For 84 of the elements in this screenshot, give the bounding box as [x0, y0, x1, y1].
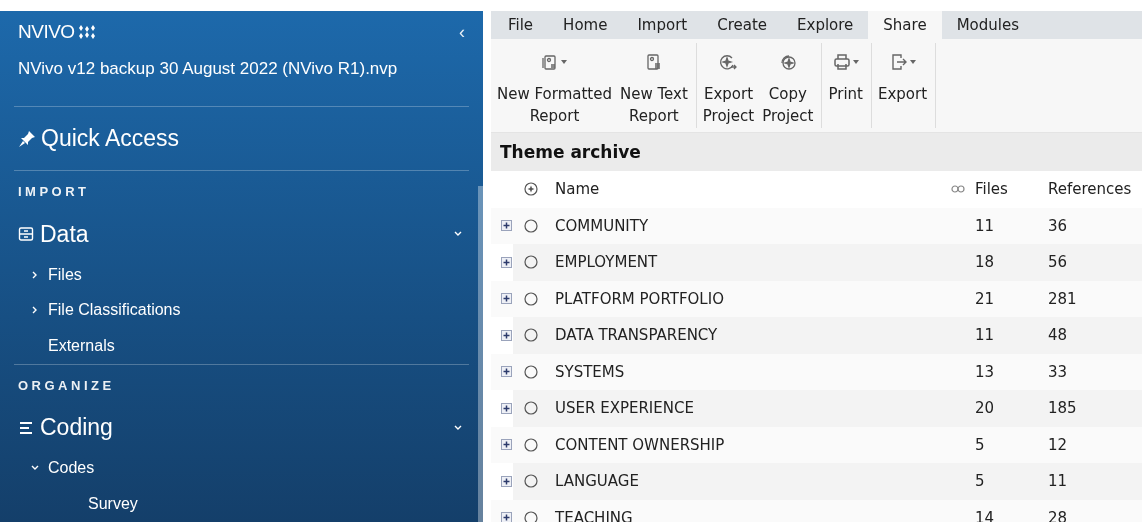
expand-icon[interactable] — [501, 293, 512, 305]
table-cell-text: 36 — [1048, 216, 1069, 235]
table-cell-text: 11 — [975, 326, 996, 345]
table-cell-text: PLATFORM PORTFOLIO — [555, 289, 725, 308]
logo: NVIVO — [18, 21, 75, 43]
table-cell-text: 185 — [1048, 399, 1078, 418]
table-cell-text: 12 — [1048, 435, 1069, 454]
drawer-icon — [18, 226, 34, 242]
nav-group[interactable]: Data — [18, 211, 465, 257]
sparkle-circle-icon — [778, 53, 797, 71]
ribbon-button[interactable]: Copy Project — [758, 43, 818, 128]
scrollbar[interactable] — [478, 186, 483, 522]
nav-item[interactable]: File Classifications — [2, 292, 465, 328]
nav-item[interactable]: Codes — [2, 450, 465, 486]
quick-access-item[interactable]: Quick Access — [18, 107, 465, 170]
table-cell-text: COMMUNITY — [555, 216, 650, 235]
table-cell-text: CONTENT OWNERSHIP — [555, 435, 726, 454]
radio-circle-icon — [524, 474, 538, 489]
expand-icon[interactable] — [501, 220, 512, 232]
radio-circle-icon — [524, 328, 538, 343]
expand-icon[interactable] — [501, 329, 512, 341]
table-cell-text: 281 — [1048, 289, 1078, 308]
collapse-button[interactable]: ‹ — [459, 21, 465, 43]
pin-icon — [18, 129, 36, 148]
table-cell-text: 21 — [975, 289, 996, 308]
sparkle-arrow-icon — [719, 53, 738, 71]
ribbon-tab[interactable]: Modules — [941, 11, 1034, 39]
radio-circle-icon — [524, 437, 538, 452]
radio-circle-icon — [524, 401, 538, 416]
table-cell-text: DATA TRANSPARENCY — [555, 326, 719, 345]
add-circle-icon — [524, 182, 538, 197]
ribbon-button[interactable]: New Formatted Report — [493, 43, 616, 128]
ribbon-button[interactable]: Export — [874, 43, 932, 128]
section-label: ORGANIZE — [18, 376, 116, 395]
table-cell-text: 14 — [975, 508, 996, 522]
ribbon-tab[interactable]: Import — [622, 11, 703, 39]
table-cell-text: USER EXPERIENCE — [555, 399, 695, 418]
ribbon-button[interactable]: Print — [824, 43, 867, 128]
nav-item[interactable]: Externals — [2, 328, 465, 364]
ribbon-tab[interactable]: Share — [868, 11, 942, 39]
column-header[interactable]: Files — [975, 180, 1048, 199]
report-icon — [644, 53, 663, 71]
ribbon-tab[interactable]: Home — [548, 11, 623, 39]
table-cell-text: 5 — [975, 435, 986, 454]
table-cell-text: LANGUAGE — [555, 472, 640, 491]
expand-icon[interactable] — [501, 366, 512, 378]
expand-icon[interactable] — [501, 402, 512, 414]
table-cell-text: 11 — [1048, 472, 1069, 491]
project-name: NVivo v12 backup 30 August 2022 (NVivo R1).nvp — [18, 59, 399, 79]
nav-group[interactable]: Coding — [18, 404, 465, 451]
table-cell-text: SYSTEMS — [555, 362, 626, 381]
ribbon-tab[interactable]: File — [493, 11, 549, 39]
radio-circle-icon — [524, 255, 538, 270]
column-header[interactable]: References — [1048, 180, 1142, 199]
ribbon-tab[interactable]: Explore — [782, 11, 869, 39]
column-header[interactable]: Name — [555, 180, 951, 199]
nav-item[interactable]: Files — [2, 257, 465, 293]
expand-icon[interactable] — [501, 439, 512, 451]
ribbon-button[interactable]: Export Project — [698, 43, 759, 128]
lines-icon — [18, 419, 34, 436]
radio-circle-icon — [524, 364, 538, 379]
table-cell-text: 18 — [975, 253, 996, 272]
table-cell-text: 20 — [975, 399, 996, 418]
export-icon — [889, 53, 908, 71]
table-cell-text: 5 — [975, 472, 986, 491]
nav-item[interactable]: Survey — [2, 486, 465, 522]
link-icon — [951, 185, 965, 194]
radio-circle-icon — [524, 218, 538, 233]
ribbon-tab[interactable]: Create — [702, 11, 783, 39]
table-cell-text: 48 — [1048, 326, 1069, 345]
table-cell-text: 56 — [1048, 253, 1069, 272]
logo-dots-icon — [76, 25, 97, 39]
table-cell-text: 13 — [975, 362, 996, 381]
radio-circle-icon — [524, 291, 538, 306]
table-cell-text: 11 — [975, 216, 996, 235]
print-icon — [832, 53, 851, 71]
expand-icon[interactable] — [501, 512, 512, 522]
ribbon-button[interactable]: New Text Report — [616, 43, 692, 128]
expand-icon[interactable] — [501, 256, 512, 268]
section-label: IMPORT — [18, 183, 91, 201]
view-title: Theme archive — [491, 133, 1142, 171]
table-cell-text: EMPLOYMENT — [555, 253, 659, 272]
expand-icon[interactable] — [501, 475, 512, 487]
table-cell-text: 33 — [1048, 362, 1069, 381]
